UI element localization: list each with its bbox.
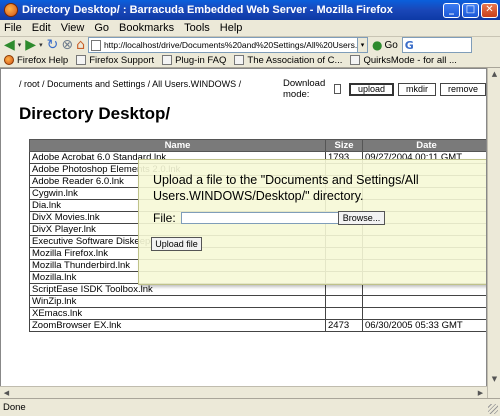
resize-grip-icon[interactable]	[488, 404, 498, 414]
page-title: Directory Desktop/	[19, 104, 171, 123]
firefox-icon	[4, 55, 14, 65]
column-header-size[interactable]: Size	[325, 139, 363, 152]
minimize-button[interactable]: _	[443, 2, 460, 18]
navigation-toolbar: ◀ ▾ ▶ ▾ ↻ ⊗ ⌂ http://localhost/drive/Doc…	[0, 37, 500, 53]
menu-view[interactable]: View	[61, 22, 85, 34]
page-icon	[350, 55, 361, 65]
bookmark-firefox-support[interactable]: Firefox Support	[76, 55, 154, 66]
file-label: File:	[153, 211, 176, 225]
status-bar: Done	[0, 398, 500, 416]
table-row[interactable]: ScriptEase ISDK Toolbox.lnk	[29, 283, 486, 296]
status-text: Done	[3, 402, 26, 413]
back-dropdown-icon[interactable]: ▾	[18, 41, 22, 49]
home-icon[interactable]: ⌂	[76, 37, 85, 53]
column-header-date[interactable]: Date	[362, 139, 486, 152]
file-date	[362, 307, 486, 320]
maximize-button[interactable]: □	[462, 2, 479, 18]
upload-file-button[interactable]: Upload file	[151, 237, 202, 251]
scroll-left-icon[interactable]: ◀	[1, 388, 12, 398]
menu-go[interactable]: Go	[94, 22, 109, 34]
file-date	[362, 283, 486, 296]
firefox-icon	[4, 3, 18, 17]
close-button[interactable]: ✕	[481, 2, 498, 18]
search-input[interactable]: G	[401, 37, 472, 53]
file-date: 06/30/2005 05:33 GMT	[362, 319, 486, 332]
scroll-up-icon[interactable]: ▲	[489, 69, 500, 80]
reload-icon[interactable]: ↻	[47, 37, 59, 53]
file-size	[325, 307, 363, 320]
file-input[interactable]	[181, 212, 339, 224]
stop-icon[interactable]: ⊗	[61, 37, 73, 53]
scroll-right-icon[interactable]: ▶	[475, 388, 486, 398]
menu-file[interactable]: File	[4, 22, 22, 34]
file-date	[362, 295, 486, 308]
address-bar[interactable]: http://localhost/drive/Documents%20and%2…	[87, 37, 358, 53]
column-header-name[interactable]: Name	[29, 139, 326, 152]
menu-help[interactable]: Help	[220, 22, 243, 34]
upload-dialog-message: Upload a file to the "Documents and Sett…	[153, 173, 419, 203]
page-icon	[234, 55, 245, 65]
bookmark-association[interactable]: The Association of C...	[234, 55, 342, 66]
file-name[interactable]: XEmacs.lnk	[29, 307, 326, 320]
file-name[interactable]: ZoomBrowser EX.lnk	[29, 319, 326, 332]
file-name[interactable]: WinZip.lnk	[29, 295, 326, 308]
menu-tools[interactable]: Tools	[184, 22, 210, 34]
bookmark-quirksmode[interactable]: QuirksMode - for all ...	[350, 55, 457, 66]
go-button[interactable]: Go	[384, 40, 397, 51]
menu-edit[interactable]: Edit	[32, 22, 51, 34]
table-row[interactable]: WinZip.lnk	[29, 295, 486, 308]
download-mode-controls: Download mode: upload mkdir remove	[283, 78, 486, 100]
back-icon[interactable]: ◀	[4, 37, 15, 53]
menu-bar: File Edit View Go Bookmarks Tools Help	[0, 20, 500, 37]
mkdir-button[interactable]: mkdir	[397, 82, 436, 96]
title-bar: Directory Desktop/ : Barracuda Embedded …	[0, 0, 500, 20]
bookmark-plugin-faq[interactable]: Plug-in FAQ	[162, 55, 226, 66]
bookmarks-toolbar: Firefox Help Firefox Support Plug-in FAQ…	[0, 53, 500, 68]
download-mode-label: Download mode:	[283, 78, 326, 100]
page-icon	[162, 55, 173, 65]
bookmark-firefox-help[interactable]: Firefox Help	[4, 55, 68, 66]
browse-button[interactable]: Browse...	[338, 211, 385, 225]
page-icon	[76, 55, 87, 65]
forward-icon[interactable]: ▶	[25, 37, 36, 53]
page-content: / root / Documents and Settings / All Us…	[0, 68, 487, 398]
upload-button[interactable]: upload	[348, 82, 394, 96]
file-size	[325, 283, 363, 296]
download-mode-checkbox[interactable]	[333, 84, 341, 94]
scroll-down-icon[interactable]: ▼	[489, 374, 500, 385]
file-size: 2473	[325, 319, 363, 332]
table-row[interactable]: ZoomBrowser EX.lnk 2473 06/30/2005 05:33 G…	[29, 319, 486, 332]
window-title: Directory Desktop/ : Barracuda Embedded …	[22, 4, 393, 16]
address-text: http://localhost/drive/Documents%20and%2…	[103, 40, 358, 50]
remove-button[interactable]: remove	[439, 82, 486, 96]
file-size	[325, 295, 363, 308]
file-name[interactable]: ScriptEase ISDK Toolbox.lnk	[29, 283, 326, 296]
upload-dialog: Upload a file to the "Documents and Sett…	[138, 159, 486, 285]
address-dropdown-icon[interactable]: ▾	[357, 37, 368, 53]
horizontal-scrollbar[interactable]: ◀ ▶	[0, 386, 487, 398]
vertical-scrollbar[interactable]: ▲ ▼	[487, 68, 500, 398]
go-icon[interactable]: ●	[372, 38, 382, 52]
breadcrumb[interactable]: / root / Documents and Settings / All Us…	[19, 79, 241, 89]
menu-bookmarks[interactable]: Bookmarks	[119, 22, 174, 34]
google-icon: G	[404, 38, 414, 52]
page-icon	[90, 39, 101, 51]
forward-dropdown-icon[interactable]: ▾	[39, 41, 43, 49]
table-row[interactable]: XEmacs.lnk	[29, 307, 486, 320]
